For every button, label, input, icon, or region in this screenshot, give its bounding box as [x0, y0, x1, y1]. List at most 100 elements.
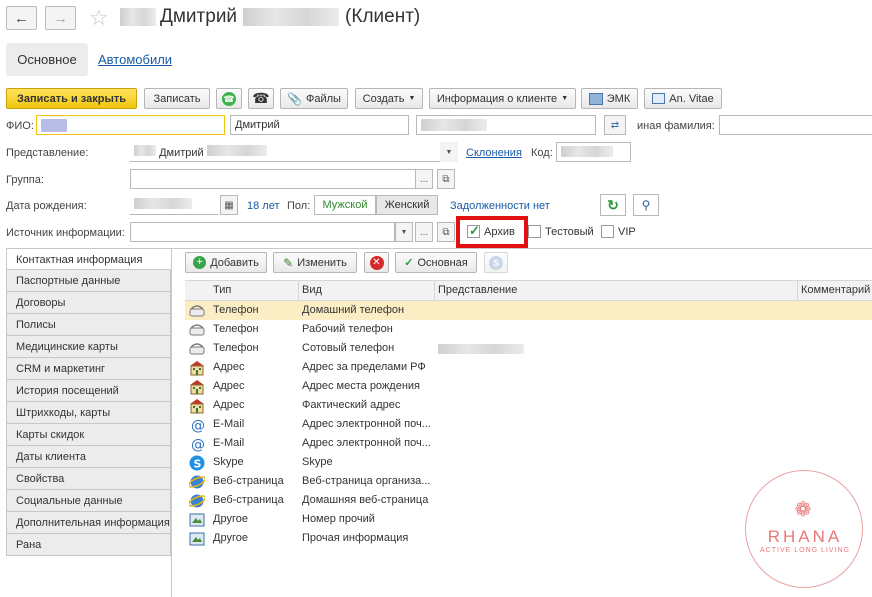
save-and-close-button[interactable]: Записать и закрыть: [6, 88, 137, 109]
favorite-star-icon[interactable]: ☆: [89, 5, 109, 31]
sidebar-item[interactable]: Рана: [6, 534, 171, 556]
forward-button[interactable]: →: [45, 6, 76, 30]
edit-label: Изменить: [297, 256, 347, 269]
cell-kind: Рабочий телефон: [302, 323, 393, 335]
table-row[interactable]: Телефон Сотовый телефон: [185, 339, 872, 358]
debts-status[interactable]: Задолженности нет: [450, 200, 550, 212]
sidebar-item[interactable]: Социальные данные: [6, 490, 171, 512]
test-label: Тестовый: [545, 225, 594, 238]
building-icon: [189, 360, 205, 376]
cell-type: E-Mail: [213, 437, 245, 449]
test-checkbox[interactable]: Тестовый: [528, 225, 594, 238]
set-main-label: Основная: [417, 256, 468, 269]
sidebar-item[interactable]: Договоры: [6, 292, 171, 314]
sidebar-item[interactable]: Полисы: [6, 314, 171, 336]
code-input[interactable]: [556, 142, 631, 162]
divider: [171, 248, 872, 249]
col-divider: [797, 281, 798, 301]
table-row[interactable]: Адрес Фактический адрес: [185, 396, 872, 415]
representation-input[interactable]: Дмитрий: [130, 142, 458, 162]
redacted-patronymic-value: [421, 119, 487, 131]
save-button[interactable]: Записать: [144, 88, 210, 109]
sidebar-item[interactable]: Медицинские карты: [6, 336, 171, 358]
group-select-button[interactable]: ...: [415, 169, 433, 189]
table-row[interactable]: Телефон Рабочий телефон: [185, 320, 872, 339]
sidebar-item[interactable]: История посещений: [6, 380, 171, 402]
call-button[interactable]: ☎: [248, 88, 274, 109]
tab-main[interactable]: Основное: [6, 43, 88, 76]
info-source-dropdown[interactable]: ▼: [395, 222, 413, 242]
col-header-type[interactable]: Тип: [213, 284, 231, 296]
group-open-button[interactable]: ⧉: [437, 169, 455, 189]
cell-type: Другое: [213, 532, 248, 544]
open-icon: ⧉: [442, 226, 450, 238]
calendar-icon: ▦: [224, 199, 234, 211]
info-source-select-button[interactable]: ...: [415, 222, 433, 242]
table-row[interactable]: S Skype Skype: [185, 453, 872, 472]
col-header-representation[interactable]: Представление: [438, 284, 517, 296]
at-icon: @: [189, 436, 205, 453]
emk-button[interactable]: ЭМК: [581, 88, 638, 109]
sidebar-item[interactable]: Паспортные данные: [6, 270, 171, 292]
refresh-button[interactable]: ↻: [600, 194, 626, 216]
info-source-input[interactable]: [130, 222, 395, 242]
calendar-button[interactable]: ▦: [220, 195, 238, 215]
table-row[interactable]: Адрес Адрес за пределами РФ: [185, 358, 872, 377]
search-button[interactable]: ⚲: [633, 194, 659, 216]
cell-type: E-Mail: [213, 418, 245, 430]
vip-checkbox[interactable]: VIP: [601, 225, 636, 238]
representation-value: Дмитрий: [159, 147, 204, 159]
representation-dropdown[interactable]: ▼: [440, 142, 458, 162]
sidebar-item[interactable]: Карты скидок: [6, 424, 171, 446]
info-source-open-button[interactable]: ⧉: [437, 222, 455, 242]
sidebar-item[interactable]: CRM и маркетинг: [6, 358, 171, 380]
title-name: Дмитрий: [160, 6, 238, 27]
col-header-kind[interactable]: Вид: [302, 284, 322, 296]
table-row[interactable]: @ E-Mail Адрес электронной поч...: [185, 434, 872, 453]
surname-input[interactable]: [36, 115, 225, 135]
skype-call-button[interactable]: S: [484, 252, 508, 273]
patronymic-input[interactable]: [416, 115, 596, 135]
first-name-input[interactable]: Дмитрий: [230, 115, 409, 135]
cell-kind: Skype: [302, 456, 333, 468]
sidebar-item[interactable]: Даты клиента: [6, 446, 171, 468]
set-main-button[interactable]: ✓ Основная: [395, 252, 477, 273]
edit-contact-button[interactable]: ✎ Изменить: [273, 252, 357, 273]
cell-kind: Домашний телефон: [302, 304, 405, 316]
table-row[interactable]: @ E-Mail Адрес электронной поч...: [185, 415, 872, 434]
whatsapp-button[interactable]: ☎: [216, 88, 242, 109]
cell-type: Skype: [213, 456, 244, 468]
add-contact-button[interactable]: + Добавить: [185, 252, 267, 273]
an-vitae-button[interactable]: An. Vitae: [644, 88, 722, 109]
cell-kind: Адрес места рождения: [302, 380, 420, 392]
declension-link[interactable]: Склонения: [466, 147, 522, 159]
redacted-code: [561, 146, 613, 157]
sex-female-button[interactable]: Женский: [376, 195, 438, 215]
files-button[interactable]: 📎 Файлы: [280, 88, 348, 109]
table-row[interactable]: Адрес Адрес места рождения: [185, 377, 872, 396]
arrow-left-icon: ←: [14, 9, 29, 27]
client-info-dropdown-button[interactable]: Информация о клиенте ▼: [429, 88, 576, 109]
back-button[interactable]: ←: [6, 6, 37, 30]
sex-male-button[interactable]: Мужской: [314, 195, 376, 215]
birthdate-input[interactable]: [130, 195, 218, 215]
sidebar-item[interactable]: Контактная информация: [6, 248, 171, 270]
group-input[interactable]: [130, 169, 416, 189]
transliterate-button[interactable]: ⇄: [604, 115, 626, 135]
create-dropdown-button[interactable]: Создать ▼: [355, 88, 423, 109]
sidebar-item[interactable]: Свойства: [6, 468, 171, 490]
other-surname-input[interactable]: [719, 115, 872, 135]
delete-contact-button[interactable]: ✕: [364, 252, 389, 273]
tab-cars[interactable]: Автомобили: [98, 52, 172, 67]
code-label: Код:: [531, 147, 553, 159]
delete-icon: ✕: [369, 255, 384, 270]
redacted-text: [206, 145, 267, 156]
sidebar-item[interactable]: Дополнительная информация: [6, 512, 171, 534]
phone-icon: [189, 341, 205, 355]
col-header-comment[interactable]: Комментарий: [801, 284, 870, 296]
archive-checkbox[interactable]: ✓ Архив: [467, 223, 515, 238]
table-row[interactable]: Телефон Домашний телефон: [185, 301, 872, 320]
telephone-icon: ☎: [252, 90, 270, 106]
sidebar-item[interactable]: Штрихкоды, карты: [6, 402, 171, 424]
emk-label: ЭМК: [606, 92, 631, 105]
